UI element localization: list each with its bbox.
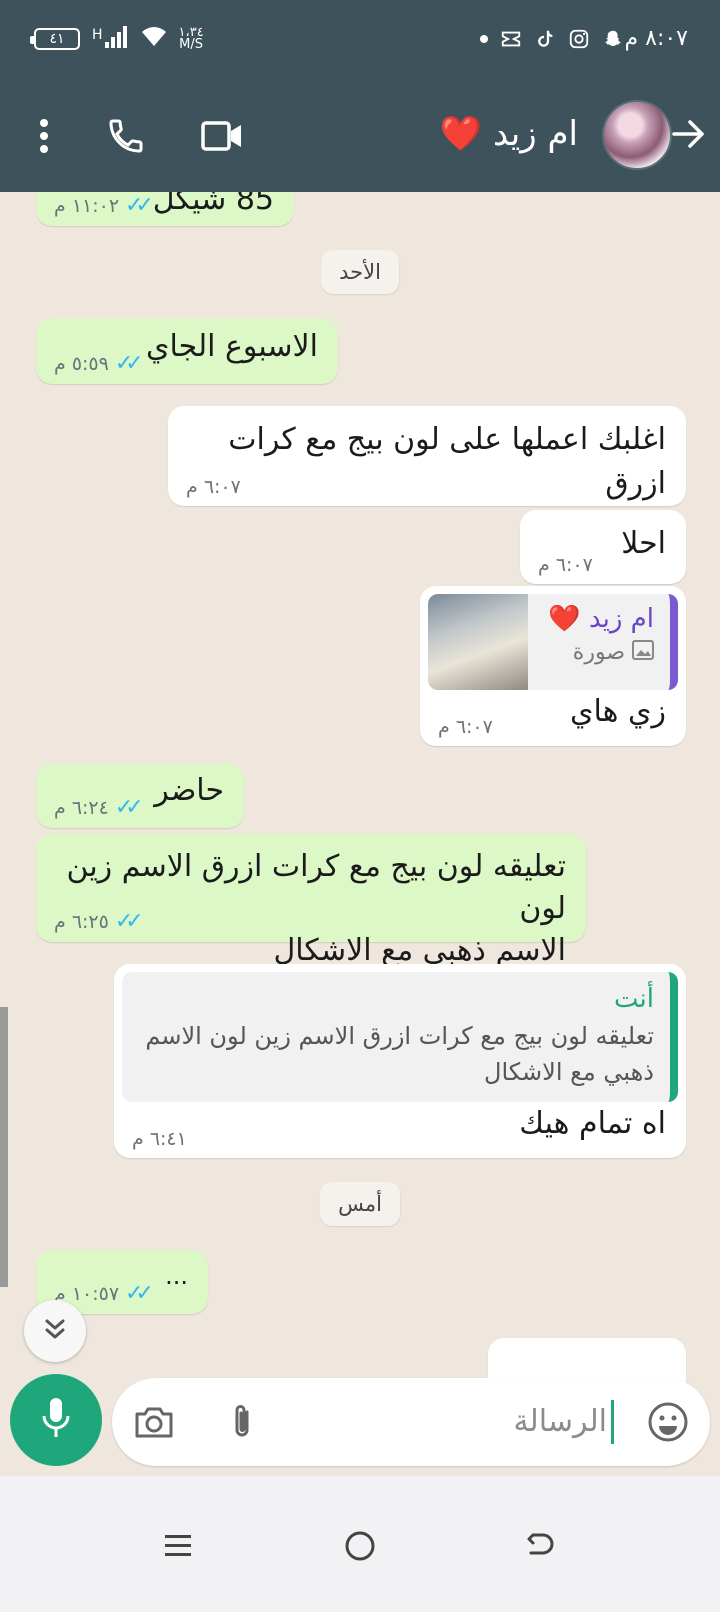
status-bar: ٨:٠٧ م ٤١ H ١،٣٤ M/S bbox=[0, 0, 720, 80]
message-incoming[interactable]: اغلبك اعملها على لون بيج مع كرات ازرق ٦:… bbox=[168, 406, 686, 506]
back-button[interactable] bbox=[512, 1518, 568, 1574]
message-meta: ✓✓ ٦:٢٤ م bbox=[54, 795, 144, 820]
message-composer: الرسالة bbox=[112, 1378, 710, 1466]
back-arrow-icon[interactable] bbox=[668, 114, 712, 158]
quoted-text-line: ذهبي مع الاشكال bbox=[484, 1058, 654, 1086]
quoted-message[interactable]: ام زيد ❤️ صورة bbox=[428, 594, 678, 690]
message-outgoing[interactable]: تعليقه لون بيج مع كرات ازرق الاسم زين لو… bbox=[36, 834, 586, 968]
quoted-message[interactable]: أنت تعليقه لون بيج مع كرات ازرق الاسم زي… bbox=[122, 972, 678, 1102]
scroll-to-bottom-button[interactable] bbox=[24, 1300, 86, 1362]
top-bar: ٨:٠٧ م ٤١ H ١،٣٤ M/S ام زيد ❤️ bbox=[0, 0, 720, 192]
status-notification-icons bbox=[480, 28, 624, 50]
camera-button[interactable] bbox=[130, 1398, 178, 1446]
message-meta: ٦:٠٧ م bbox=[538, 554, 593, 576]
message-meta: ✓✓ ٥:٥٩ م bbox=[54, 351, 144, 376]
message-incoming-reply[interactable]: ام زيد ❤️ صورة زي هاي ٦:٠٧ م bbox=[420, 586, 686, 746]
speed-unit: M/S bbox=[179, 37, 204, 52]
microphone-icon bbox=[39, 1396, 73, 1444]
signal-icon bbox=[104, 26, 129, 52]
read-receipt-icon: ✓✓ bbox=[114, 909, 144, 934]
quoted-sender: ام زيد ❤️ bbox=[548, 604, 654, 634]
tiktok-icon bbox=[534, 28, 556, 50]
read-receipt-icon: ✓✓ bbox=[114, 351, 144, 376]
message-incoming-reply[interactable]: أنت تعليقه لون بيج مع كرات ازرق الاسم زي… bbox=[114, 964, 686, 1158]
status-system-icons: ٤١ H ١،٣٤ M/S bbox=[30, 26, 204, 52]
message-meta: ٦:٤١ م bbox=[132, 1128, 187, 1150]
double-chevron-down-icon bbox=[41, 1315, 69, 1347]
message-time: ٦:٢٤ م bbox=[54, 796, 109, 819]
read-receipt-icon: ✓✓ bbox=[114, 795, 144, 820]
instagram-icon bbox=[568, 28, 590, 50]
system-navigation-bar bbox=[0, 1476, 720, 1612]
recent-apps-button[interactable] bbox=[150, 1518, 206, 1574]
message-outgoing[interactable]: 85 شيكل ✓✓ ١١:٠٢ م bbox=[36, 192, 294, 226]
read-receipt-icon: ✓✓ bbox=[125, 193, 154, 218]
message-text: اغلبك اعملها على لون بيج مع كرات ازرق bbox=[228, 422, 666, 501]
message-time: ١١:٠٢ م bbox=[54, 194, 120, 217]
more-options-button[interactable] bbox=[18, 110, 70, 162]
video-call-button[interactable] bbox=[196, 110, 248, 162]
wifi-icon bbox=[141, 26, 167, 52]
network-speed: ١،٣٤ M/S bbox=[179, 26, 204, 52]
message-outgoing[interactable]: حاضر ✓✓ ٦:٢٤ م bbox=[36, 764, 244, 828]
message-time: ٦:٠٧ م bbox=[538, 554, 593, 576]
attach-button[interactable] bbox=[218, 1398, 266, 1446]
message-input[interactable]: الرسالة bbox=[513, 1400, 614, 1444]
date-chip: أمس bbox=[320, 1182, 400, 1226]
quoted-text-line: تعليقه لون بيج مع كرات ازرق الاسم زين لو… bbox=[145, 1022, 654, 1050]
message-time: ٦:٢٥ م bbox=[54, 910, 109, 933]
message-meta: ٦:٠٧ م bbox=[438, 716, 493, 738]
voice-call-button[interactable] bbox=[100, 110, 152, 162]
message-time: ٥:٥٩ م bbox=[54, 352, 109, 375]
home-button[interactable] bbox=[332, 1518, 388, 1574]
message-incoming[interactable]: احلا ٦:٠٧ م bbox=[520, 510, 686, 584]
message-time: ٦:٠٧ م bbox=[186, 476, 241, 498]
edge-handle bbox=[0, 1007, 8, 1287]
notification-dot-icon bbox=[480, 35, 488, 43]
quoted-type-label: صورة bbox=[572, 640, 625, 665]
chat-header: ام زيد ❤️ bbox=[0, 88, 720, 192]
date-chip: الأحد bbox=[321, 250, 399, 294]
status-time: ٨:٠٧ م bbox=[624, 26, 689, 51]
network-type: H bbox=[92, 27, 103, 43]
battery-level: ٤١ bbox=[49, 31, 65, 47]
emoji-button[interactable] bbox=[644, 1398, 692, 1446]
message-outgoing[interactable]: الاسبوع الجاي ✓✓ ٥:٥٩ م bbox=[36, 318, 338, 384]
contact-avatar[interactable] bbox=[602, 100, 672, 170]
message-meta: ✓✓ ١١:٠٢ م bbox=[54, 193, 154, 218]
snapchat-icon bbox=[602, 28, 624, 50]
read-receipt-icon: ✓✓ bbox=[125, 1281, 154, 1306]
message-meta: ✓✓ ٦:٢٥ م bbox=[54, 909, 144, 934]
image-icon bbox=[632, 640, 654, 666]
contact-name[interactable]: ام زيد ❤️ bbox=[440, 114, 578, 154]
message-text: اه تمام هيك bbox=[519, 1106, 666, 1141]
voice-record-button[interactable] bbox=[10, 1374, 102, 1466]
message-time: ٦:٤١ م bbox=[132, 1128, 187, 1150]
quoted-sender: أنت bbox=[614, 984, 654, 1014]
chat-messages[interactable]: 85 شيكل ✓✓ ١١:٠٢ م الأحد الاسبوع الجاي ✓… bbox=[0, 192, 720, 1412]
quoted-type: صورة bbox=[538, 640, 654, 666]
message-meta: ٦:٠٧ م bbox=[186, 476, 241, 498]
quoted-image-thumbnail bbox=[428, 594, 528, 690]
battery-icon: ٤١ bbox=[30, 28, 80, 50]
capcut-icon bbox=[500, 28, 522, 50]
message-time: ٦:٠٧ م bbox=[438, 716, 493, 738]
